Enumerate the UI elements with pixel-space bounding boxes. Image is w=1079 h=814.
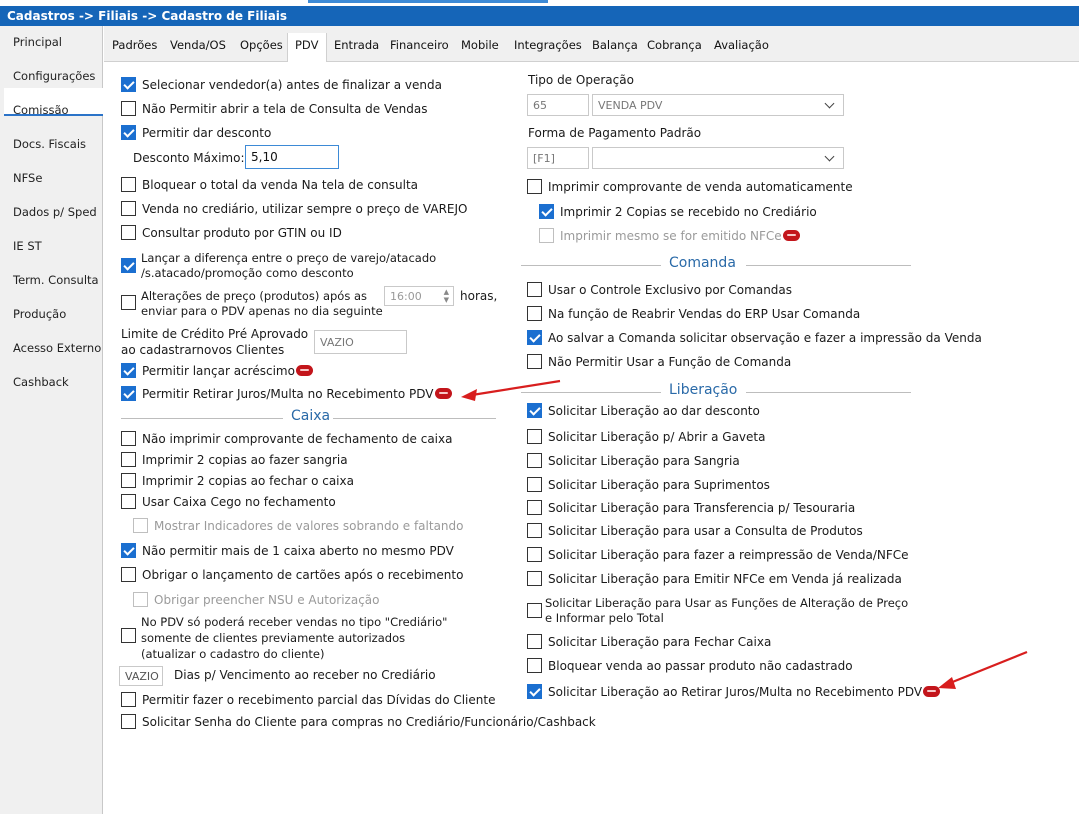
annotation-arrows	[461, 379, 1028, 689]
arrow-icon	[938, 650, 1028, 689]
arrow-icon	[461, 379, 561, 401]
